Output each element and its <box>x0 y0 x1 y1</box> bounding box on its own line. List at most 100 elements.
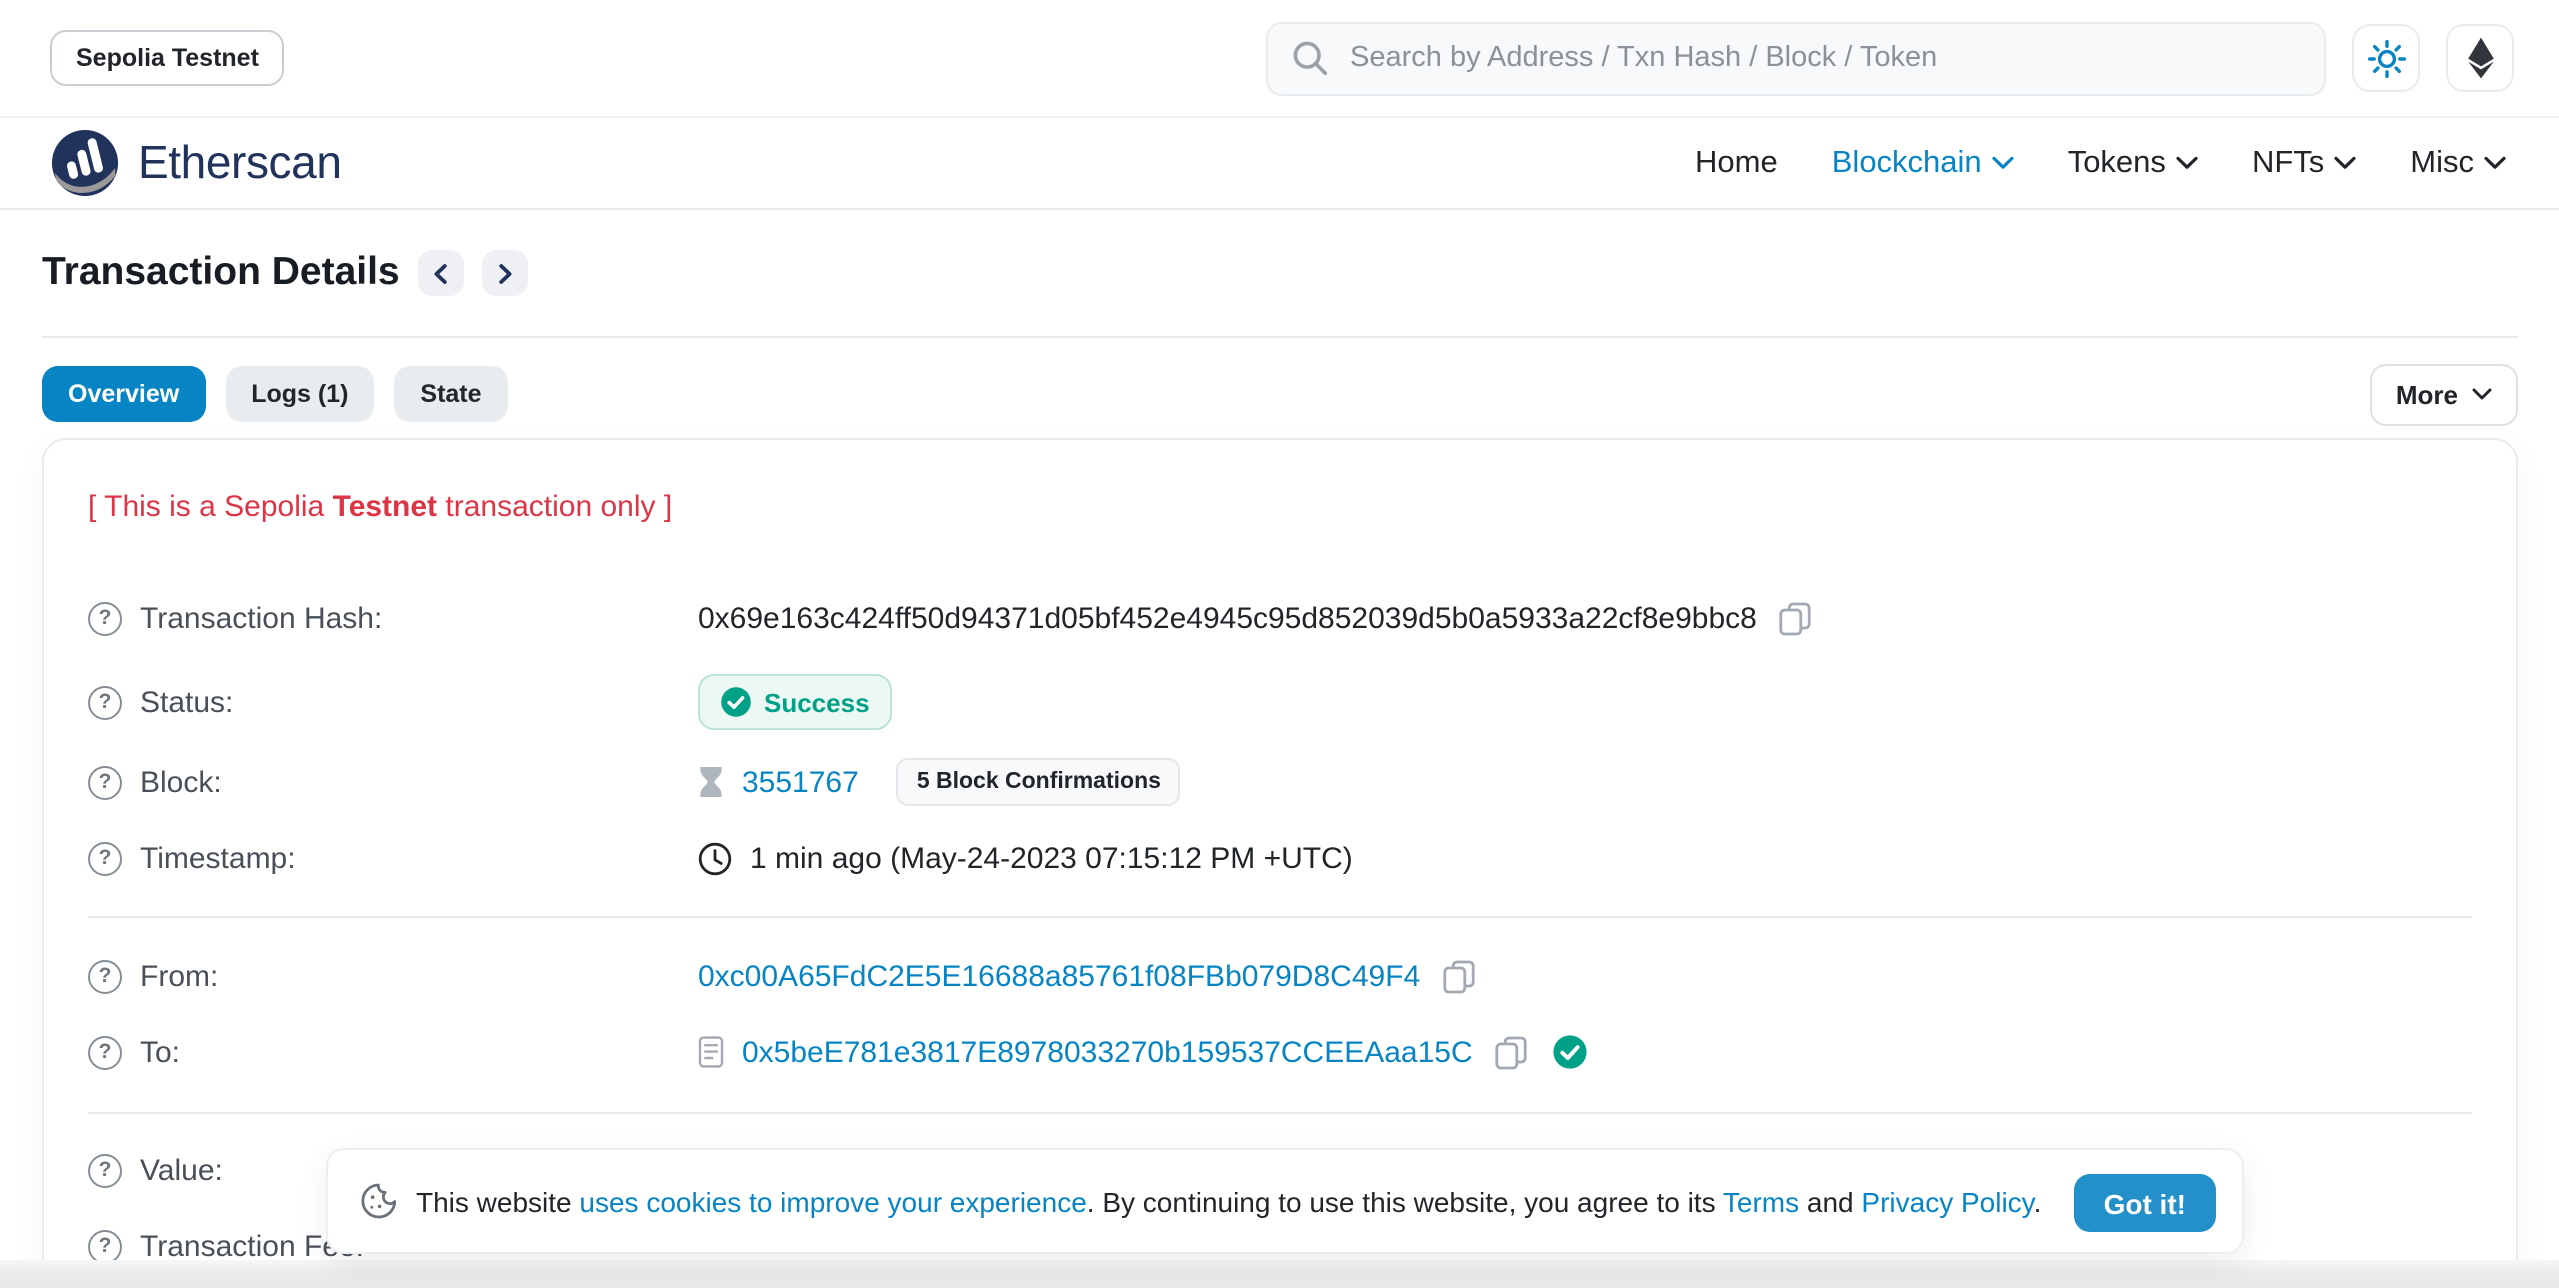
copy-to-address-button[interactable] <box>1495 1035 1529 1069</box>
brand-logo[interactable]: Etherscan <box>50 128 342 198</box>
nav-label: Tokens <box>2068 145 2166 181</box>
network-selector-button[interactable]: Sepolia Testnet <box>50 30 285 86</box>
divider <box>88 916 2472 918</box>
topbar-right-group <box>1266 21 2514 95</box>
next-transaction-button[interactable] <box>482 250 528 296</box>
more-dropdown-button[interactable]: More <box>2370 363 2518 425</box>
nav-item-nfts[interactable]: NFTs <box>2252 145 2356 181</box>
block-label: Block: <box>140 765 222 799</box>
row-label: ? Transaction Hash: <box>88 601 698 635</box>
nav-label: Blockchain <box>1832 145 1982 181</box>
copy-transaction-hash-button[interactable] <box>1779 601 1813 635</box>
page-title: Transaction Details <box>42 250 400 296</box>
sun-icon <box>2367 39 2405 77</box>
cookies-policy-link[interactable]: uses cookies to improve your experience <box>579 1185 1086 1217</box>
row-value: 3551767 5 Block Confirmations <box>698 758 1181 806</box>
chevron-left-icon <box>432 263 450 283</box>
search-box[interactable] <box>1266 21 2326 95</box>
etherscan-transaction-page: Sepolia Testnet <box>0 0 2559 1288</box>
block-number-link[interactable]: 3551767 <box>742 765 859 799</box>
chevron-down-icon <box>2472 388 2492 400</box>
row-value: 1 min ago (May-24-2023 07:15:12 PM +UTC) <box>698 841 1353 875</box>
tab-overview[interactable]: Overview <box>42 366 205 422</box>
row-to: ? To: 0x5beE781e3817E8978033270b159537CC… <box>88 1026 2472 1078</box>
tab-state[interactable]: State <box>394 366 507 422</box>
copy-from-address-button[interactable] <box>1442 959 1476 993</box>
cookie-text-and: and <box>1799 1185 1861 1217</box>
row-label: ? Status: <box>88 685 698 719</box>
help-icon[interactable]: ? <box>88 601 122 635</box>
theme-toggle-button[interactable] <box>2352 24 2420 92</box>
nav-label: NFTs <box>2252 145 2324 181</box>
nav-item-blockchain[interactable]: Blockchain <box>1832 145 2014 181</box>
help-icon[interactable]: ? <box>88 959 122 993</box>
status-label: Status: <box>140 685 233 719</box>
row-from: ? From: 0xc00A65FdC2E5E16688a85761f08FBb… <box>88 950 2472 1002</box>
nav-item-home[interactable]: Home <box>1695 145 1778 181</box>
clock-icon <box>698 841 732 875</box>
previous-transaction-button[interactable] <box>418 250 464 296</box>
from-address-link[interactable]: 0xc00A65FdC2E5E16688a85761f08FBb079D8C49… <box>698 959 1420 993</box>
testnet-notice-emphasis: Testnet <box>333 490 437 524</box>
from-label: From: <box>140 959 218 993</box>
testnet-notice-suffix: transaction only ] <box>437 490 672 524</box>
row-value: 0xc00A65FdC2E5E16688a85761f08FBb079D8C49… <box>698 959 1476 993</box>
ethereum-icon <box>2465 36 2495 80</box>
help-icon[interactable]: ? <box>88 841 122 875</box>
copy-icon <box>1779 601 1813 635</box>
cookie-text-end: . <box>2034 1185 2042 1217</box>
cookie-consent-banner: This website uses cookies to improve you… <box>326 1148 2244 1254</box>
row-label: ? To: <box>88 1035 698 1069</box>
more-label: More <box>2396 379 2458 409</box>
search-input[interactable] <box>1346 40 2300 76</box>
copy-icon <box>1442 959 1476 993</box>
block-confirmations-badge: 5 Block Confirmations <box>897 758 1181 806</box>
main-header: Etherscan Home Blockchain Tokens NFTs <box>0 118 2559 210</box>
got-it-button[interactable]: Got it! <box>2074 1174 2216 1232</box>
help-icon[interactable]: ? <box>88 765 122 799</box>
chevron-down-icon <box>2484 156 2506 170</box>
cookie-text-before: This website <box>416 1185 579 1217</box>
help-icon[interactable]: ? <box>88 1035 122 1069</box>
row-transaction-hash: ? Transaction Hash: 0x69e163c424ff50d943… <box>88 592 2472 644</box>
row-timestamp: ? Timestamp: 1 min ago (May-24-2023 07:1… <box>88 832 2472 884</box>
row-label: ? Timestamp: <box>88 841 698 875</box>
privacy-policy-link[interactable]: Privacy Policy <box>1861 1185 2033 1217</box>
chevron-down-icon <box>2334 156 2356 170</box>
chevron-down-icon <box>1992 156 2014 170</box>
bottom-fade-strip <box>0 1260 2559 1288</box>
tab-logs[interactable]: Logs (1) <box>225 366 374 422</box>
row-value: Success <box>698 674 892 730</box>
help-icon[interactable]: ? <box>88 1229 122 1263</box>
main-nav: Home Blockchain Tokens NFTs <box>1695 145 2506 181</box>
help-icon[interactable]: ? <box>88 685 122 719</box>
to-address-link[interactable]: 0x5beE781e3817E8978033270b159537CCEEAaa1… <box>742 1035 1473 1069</box>
network-ethereum-button[interactable] <box>2446 24 2514 92</box>
hourglass-icon <box>698 766 724 798</box>
row-label: ? From: <box>88 959 698 993</box>
contract-icon <box>698 1036 724 1068</box>
to-label: To: <box>140 1035 180 1069</box>
transaction-hash-value: 0x69e163c424ff50d94371d05bf452e4945c95d8… <box>698 601 1757 635</box>
status-badge-label: Success <box>764 687 870 717</box>
help-icon[interactable]: ? <box>88 1153 122 1187</box>
brand-name: Etherscan <box>138 136 342 190</box>
terms-link[interactable]: Terms <box>1723 1185 1799 1217</box>
tabs-row: Overview Logs (1) State More <box>42 364 2518 424</box>
nav-label: Misc <box>2410 145 2474 181</box>
nav-item-tokens[interactable]: Tokens <box>2068 145 2198 181</box>
value-label: Value: <box>140 1153 223 1187</box>
chevron-down-icon <box>2176 156 2198 170</box>
testnet-notice: [ This is a Sepolia Testnet transaction … <box>88 490 672 524</box>
nav-label: Home <box>1695 145 1778 181</box>
page-title-row: Transaction Details <box>42 210 2518 338</box>
transaction-hash-label: Transaction Hash: <box>140 601 382 635</box>
nav-item-misc[interactable]: Misc <box>2410 145 2506 181</box>
top-bar: Sepolia Testnet <box>0 0 2559 118</box>
timestamp-label: Timestamp: <box>140 841 296 875</box>
row-status: ? Status: Success <box>88 676 2472 728</box>
copy-icon <box>1495 1035 1529 1069</box>
testnet-notice-prefix: [ This is a Sepolia <box>88 490 333 524</box>
divider <box>88 1112 2472 1114</box>
check-circle-icon <box>720 686 752 718</box>
